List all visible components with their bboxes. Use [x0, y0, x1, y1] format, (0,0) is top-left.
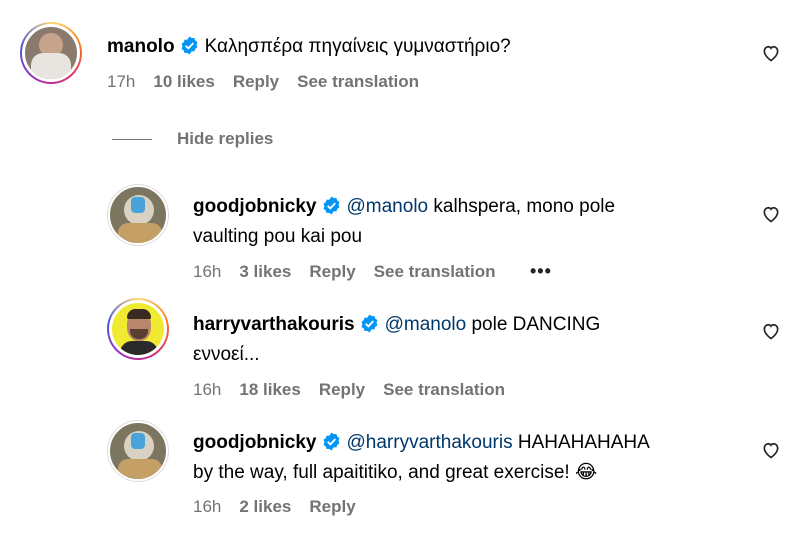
likes-count[interactable]: 10 likes — [153, 72, 214, 91]
reply-button[interactable]: Reply — [309, 262, 355, 281]
hide-replies-line — [112, 139, 152, 140]
see-translation-link[interactable]: See translation — [383, 380, 505, 399]
heart-icon[interactable] — [761, 43, 781, 63]
heart-icon[interactable] — [761, 204, 781, 224]
comment-meta: 16h 18 likes Reply See translation — [193, 380, 523, 400]
hide-replies-button[interactable]: Hide replies — [177, 129, 273, 149]
timestamp[interactable]: 16h — [193, 262, 221, 281]
likes-count[interactable]: 3 likes — [239, 262, 291, 281]
see-translation-link[interactable]: See translation — [374, 262, 496, 281]
mention-link[interactable]: @manolo — [347, 196, 429, 217]
verified-badge-icon — [181, 36, 197, 55]
comment-text-line-2: εννοεί... — [193, 344, 260, 365]
username[interactable]: goodjobnicky — [193, 196, 317, 217]
comment-meta: 17h 10 likes Reply See translation — [107, 72, 437, 92]
avatar[interactable] — [107, 184, 169, 246]
comment-meta: 16h 3 likes Reply See translation — [193, 262, 514, 282]
username[interactable]: goodjobnicky — [193, 432, 317, 453]
heart-icon[interactable] — [761, 440, 781, 460]
laughing-emoji-icon: 😂 — [574, 462, 598, 483]
comment-text-line-1: HAHAHAHAHA — [512, 432, 650, 453]
comment-meta: 16h 2 likes Reply — [193, 497, 374, 517]
see-translation-link[interactable]: See translation — [297, 72, 419, 91]
reply-button[interactable]: Reply — [309, 497, 355, 516]
comment-text-line-2: vaulting pou kai pou — [193, 226, 363, 247]
timestamp[interactable]: 16h — [193, 497, 221, 516]
mention-link[interactable]: @manolo — [385, 314, 467, 335]
username[interactable]: manolo — [107, 36, 175, 57]
reply-button[interactable]: Reply — [233, 72, 279, 91]
timestamp[interactable]: 16h — [193, 380, 221, 399]
verified-badge-icon — [361, 314, 378, 333]
avatar[interactable] — [107, 298, 169, 360]
likes-count[interactable]: 2 likes — [239, 497, 291, 516]
username[interactable]: harryvarthakouris — [193, 314, 355, 335]
timestamp[interactable]: 17h — [107, 72, 135, 91]
comment-text: Καλησπέρα πηγαίνεις γυμναστήριο? — [204, 36, 511, 57]
likes-count[interactable]: 18 likes — [239, 380, 300, 399]
verified-badge-icon — [323, 196, 339, 215]
comment-text-line-1: kalhspera, mono pole — [428, 196, 616, 217]
reply-button[interactable]: Reply — [319, 380, 365, 399]
avatar[interactable] — [20, 22, 82, 84]
verified-badge-icon — [323, 432, 339, 451]
more-options-icon[interactable]: ••• — [530, 261, 552, 282]
mention-link[interactable]: @harryvarthakouris — [347, 432, 513, 453]
comment-text-line-2: by the way, full apaititiko, and great e… — [193, 462, 575, 483]
comment-text-line-1: pole DANCING — [466, 314, 601, 335]
avatar[interactable] — [107, 420, 169, 482]
heart-icon[interactable] — [761, 321, 781, 341]
